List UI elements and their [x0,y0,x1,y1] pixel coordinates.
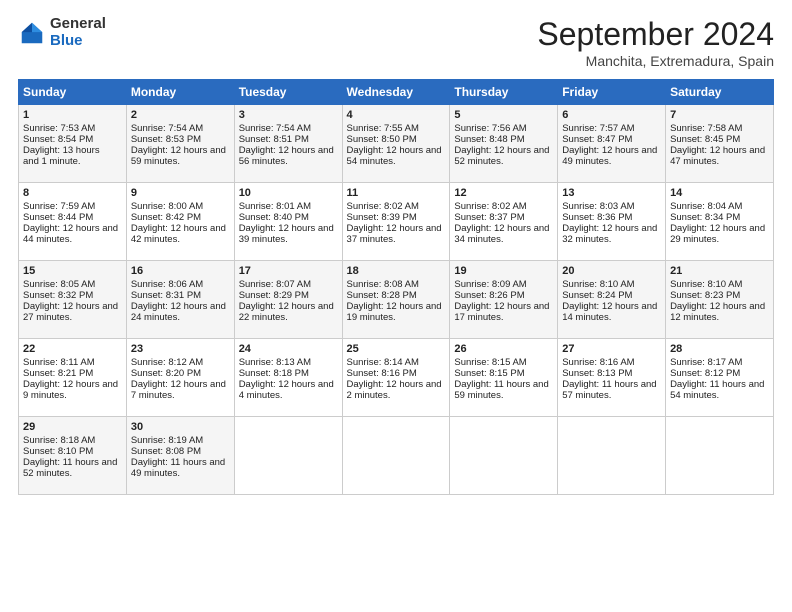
col-sunday: Sunday [19,80,127,105]
calendar-table: Sunday Monday Tuesday Wednesday Thursday… [18,79,774,495]
table-row: 14Sunrise: 8:04 AMSunset: 8:34 PMDayligh… [666,183,774,261]
table-row: 19Sunrise: 8:09 AMSunset: 8:26 PMDayligh… [450,261,558,339]
table-row [450,417,558,495]
table-row: 23Sunrise: 8:12 AMSunset: 8:20 PMDayligh… [126,339,234,417]
page: General Blue September 2024 Manchita, Ex… [0,0,792,612]
table-row: 12Sunrise: 8:02 AMSunset: 8:37 PMDayligh… [450,183,558,261]
table-row: 9Sunrise: 8:00 AMSunset: 8:42 PMDaylight… [126,183,234,261]
logo-general: General [50,15,106,32]
table-row [234,417,342,495]
table-row: 8Sunrise: 7:59 AMSunset: 8:44 PMDaylight… [19,183,127,261]
table-row: 15Sunrise: 8:05 AMSunset: 8:32 PMDayligh… [19,261,127,339]
table-row: 2Sunrise: 7:54 AMSunset: 8:53 PMDaylight… [126,105,234,183]
table-row: 27Sunrise: 8:16 AMSunset: 8:13 PMDayligh… [558,339,666,417]
table-row: 7Sunrise: 7:58 AMSunset: 8:45 PMDaylight… [666,105,774,183]
table-row: 24Sunrise: 8:13 AMSunset: 8:18 PMDayligh… [234,339,342,417]
table-row: 4Sunrise: 7:55 AMSunset: 8:50 PMDaylight… [342,105,450,183]
table-row: 16Sunrise: 8:06 AMSunset: 8:31 PMDayligh… [126,261,234,339]
table-row [342,417,450,495]
logo-text: General Blue [50,16,106,49]
table-row: 10Sunrise: 8:01 AMSunset: 8:40 PMDayligh… [234,183,342,261]
table-row: 21Sunrise: 8:10 AMSunset: 8:23 PMDayligh… [666,261,774,339]
table-row: 26Sunrise: 8:15 AMSunset: 8:15 PMDayligh… [450,339,558,417]
col-friday: Friday [558,80,666,105]
table-row: 3Sunrise: 7:54 AMSunset: 8:51 PMDaylight… [234,105,342,183]
table-row: 5Sunrise: 7:56 AMSunset: 8:48 PMDaylight… [450,105,558,183]
logo: General Blue [18,16,106,49]
logo-blue: Blue [50,32,83,49]
col-saturday: Saturday [666,80,774,105]
col-tuesday: Tuesday [234,80,342,105]
table-row: 6Sunrise: 7:57 AMSunset: 8:47 PMDaylight… [558,105,666,183]
table-row: 20Sunrise: 8:10 AMSunset: 8:24 PMDayligh… [558,261,666,339]
col-monday: Monday [126,80,234,105]
table-row: 11Sunrise: 8:02 AMSunset: 8:39 PMDayligh… [342,183,450,261]
table-row: 30Sunrise: 8:19 AMSunset: 8:08 PMDayligh… [126,417,234,495]
col-wednesday: Wednesday [342,80,450,105]
table-row: 13Sunrise: 8:03 AMSunset: 8:36 PMDayligh… [558,183,666,261]
logo-icon [18,19,46,47]
table-row: 28Sunrise: 8:17 AMSunset: 8:12 PMDayligh… [666,339,774,417]
table-row [666,417,774,495]
table-row [558,417,666,495]
table-row: 1Sunrise: 7:53 AMSunset: 8:54 PMDaylight… [19,105,127,183]
table-row: 25Sunrise: 8:14 AMSunset: 8:16 PMDayligh… [342,339,450,417]
header-row: Sunday Monday Tuesday Wednesday Thursday… [19,80,774,105]
col-thursday: Thursday [450,80,558,105]
month-title: September 2024 [537,16,774,53]
table-row: 22Sunrise: 8:11 AMSunset: 8:21 PMDayligh… [19,339,127,417]
title-block: September 2024 Manchita, Extremadura, Sp… [537,16,774,69]
table-row: 17Sunrise: 8:07 AMSunset: 8:29 PMDayligh… [234,261,342,339]
header: General Blue September 2024 Manchita, Ex… [18,16,774,69]
table-row: 29Sunrise: 8:18 AMSunset: 8:10 PMDayligh… [19,417,127,495]
table-row: 18Sunrise: 8:08 AMSunset: 8:28 PMDayligh… [342,261,450,339]
location: Manchita, Extremadura, Spain [537,53,774,69]
